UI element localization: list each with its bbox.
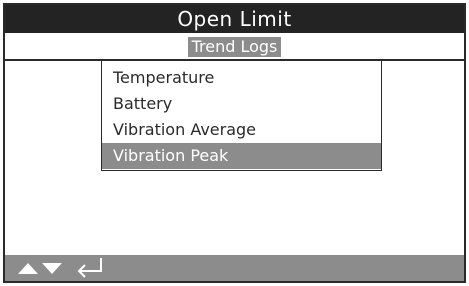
enter-icon[interactable] (75, 255, 105, 281)
menu-item-battery[interactable]: Battery (102, 91, 381, 117)
subtitle-row: Trend Logs (5, 33, 464, 61)
down-arrow-icon[interactable] (41, 255, 63, 281)
screen-title: Open Limit (5, 5, 464, 33)
menu-title: Trend Logs (187, 37, 282, 57)
up-arrow-icon[interactable] (17, 255, 39, 281)
device-screen: Open Limit Trend Logs Temperature Batter… (3, 3, 466, 283)
menu-item-vibration-average[interactable]: Vibration Average (102, 117, 381, 143)
navigation-bar (5, 255, 464, 281)
trend-logs-menu: Temperature Battery Vibration Average Vi… (101, 61, 382, 171)
menu-item-vibration-peak[interactable]: Vibration Peak (102, 143, 381, 169)
menu-item-temperature[interactable]: Temperature (102, 65, 381, 91)
